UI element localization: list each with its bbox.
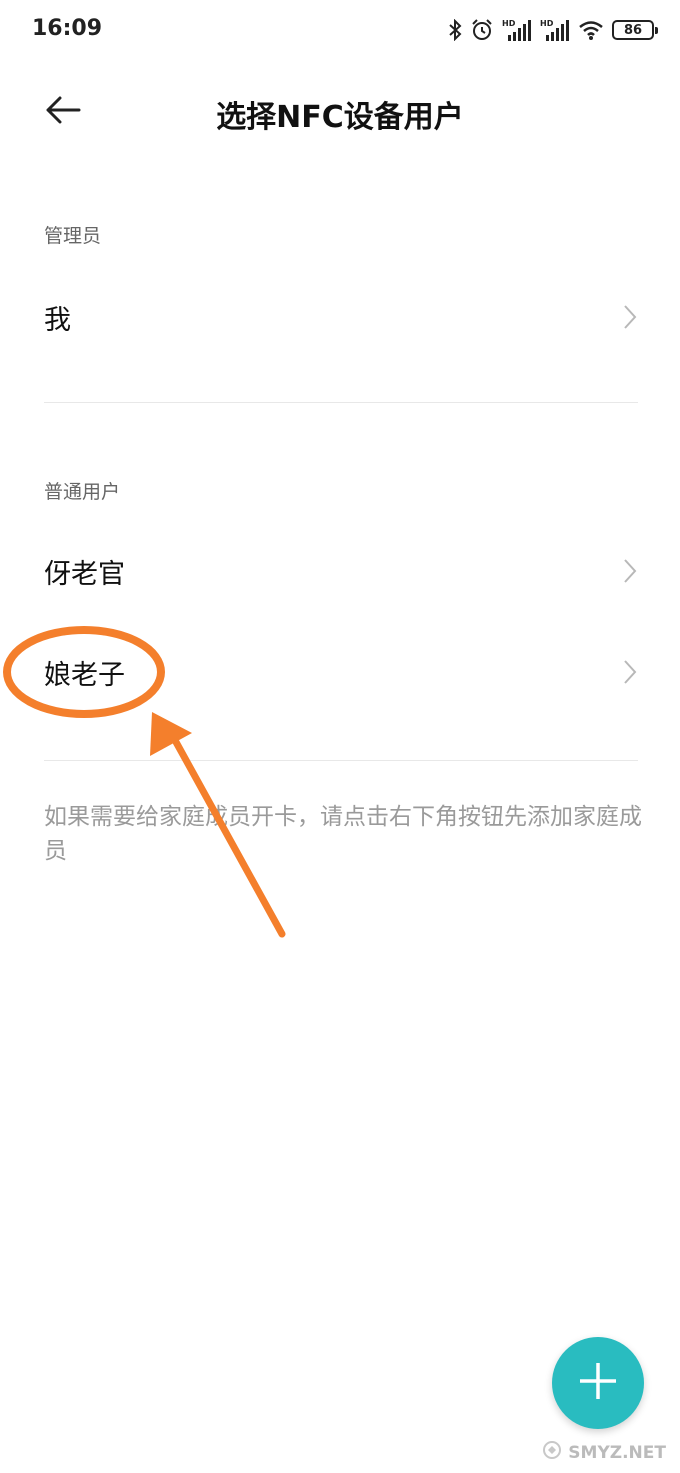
list-item-user-1[interactable]: 伢老官 [44, 531, 640, 611]
alarm-icon [470, 18, 494, 42]
watermark-text: SMYZ.NET [568, 1442, 666, 1463]
divider [44, 402, 638, 403]
hint-text: 如果需要给家庭成员开卡，请点击右下角按钮先添加家庭成员 [44, 804, 642, 864]
battery-icon: 86 [612, 20, 658, 40]
status-icons: HD HD 86 [448, 14, 658, 46]
chevron-right-icon [620, 302, 640, 332]
hd-signal-icon: HD [502, 18, 532, 42]
list-item-user-2[interactable]: 娘老子 [44, 632, 640, 712]
watermark: SMYZ.NET [542, 1440, 666, 1465]
annotation-overlay [3, 626, 286, 938]
list-item-me[interactable]: 我 [44, 277, 640, 357]
status-bar: 16:09 HD HD 86 [0, 0, 680, 60]
svg-text:HD: HD [540, 19, 554, 28]
wifi-icon [578, 19, 604, 41]
list-item-label: 我 [44, 304, 71, 336]
svg-text:HD: HD [502, 19, 516, 28]
chevron-right-icon [620, 657, 640, 687]
section-label-admin: 管理员 [44, 225, 102, 247]
header: 选择NFC设备用户 [0, 70, 680, 154]
add-member-button[interactable] [552, 1337, 644, 1429]
arrow-head [150, 712, 192, 756]
list-item-label: 伢老官 [44, 558, 125, 590]
section-label-users: 普通用户 [44, 481, 121, 503]
chevron-right-icon [620, 556, 640, 586]
bluetooth-icon [448, 19, 462, 41]
list-item-label: 娘老子 [44, 659, 125, 691]
status-time: 16:09 [32, 16, 103, 41]
watermark-logo-icon [542, 1440, 562, 1465]
page-title: 选择NFC设备用户 [216, 100, 464, 135]
hd-signal-icon-2: HD [540, 18, 570, 42]
divider [44, 760, 638, 761]
plus-icon [578, 1361, 618, 1405]
